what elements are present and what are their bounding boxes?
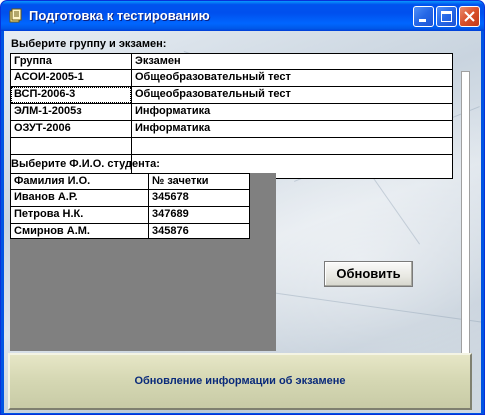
row-divider xyxy=(11,137,452,138)
table-cell-name[interactable]: Иванов А.Р. xyxy=(11,190,148,206)
students-section-label: Выберите Ф.И.О. студента: xyxy=(11,158,160,170)
table-cell-exam[interactable]: Информатика xyxy=(132,104,452,120)
table-cell-name[interactable]: Петрова Н.К. xyxy=(11,207,148,223)
vertical-scrollbar[interactable] xyxy=(461,71,470,371)
window-title: Подготовка к тестированию xyxy=(29,8,210,23)
background-texture xyxy=(263,291,481,323)
title-bar[interactable]: Подготовка к тестированию xyxy=(1,1,484,31)
minimize-button[interactable] xyxy=(413,6,434,27)
table-cell-record-book[interactable]: 347689 xyxy=(149,207,249,223)
close-icon xyxy=(464,11,475,22)
column-header-record-book[interactable]: № зачетки xyxy=(149,174,249,190)
column-header-exam[interactable]: Экзамен xyxy=(132,54,452,70)
update-exam-info-button[interactable]: Обновление информации об экзамене xyxy=(8,353,472,410)
table-cell-record-book[interactable]: 345678 xyxy=(149,190,249,206)
main-window: Подготовка к тестированию Выберите групп… xyxy=(0,0,485,415)
maximize-icon xyxy=(441,11,452,22)
exams-section-label: Выберите группу и экзамен: xyxy=(11,38,167,50)
table-cell-group[interactable]: ОЗУТ-2006 xyxy=(11,121,131,137)
row-divider xyxy=(11,154,452,155)
table-cell-group[interactable]: АСОИ-2005-1 xyxy=(11,70,131,86)
column-header-group[interactable]: Группа xyxy=(11,54,131,70)
table-cell-name[interactable]: Смирнов А.М. xyxy=(11,224,148,240)
refresh-button[interactable]: Обновить xyxy=(324,261,413,287)
column-header-name[interactable]: Фамилия И.О. xyxy=(11,174,148,190)
minimize-icon xyxy=(419,19,426,22)
students-table[interactable]: Фамилия И.О. № зачетки Иванов А.Р. 34567… xyxy=(10,173,250,239)
table-cell-exam[interactable]: Общеобразовательный тест xyxy=(132,70,452,86)
close-button[interactable] xyxy=(459,6,480,27)
maximize-button[interactable] xyxy=(436,6,457,27)
table-cell-record-book[interactable]: 345876 xyxy=(149,224,249,240)
table-cell-exam[interactable]: Общеобразовательный тест xyxy=(132,87,452,103)
table-cell-exam[interactable]: Информатика xyxy=(132,121,452,137)
table-cell-group-selected[interactable]: ВСП-2006-3 xyxy=(11,87,131,103)
table-cell-group[interactable]: ЭЛМ-1-2005з xyxy=(11,104,131,120)
client-area: Выберите группу и экзамен: Группа Экзаме… xyxy=(4,31,481,413)
app-icon[interactable] xyxy=(8,8,24,24)
